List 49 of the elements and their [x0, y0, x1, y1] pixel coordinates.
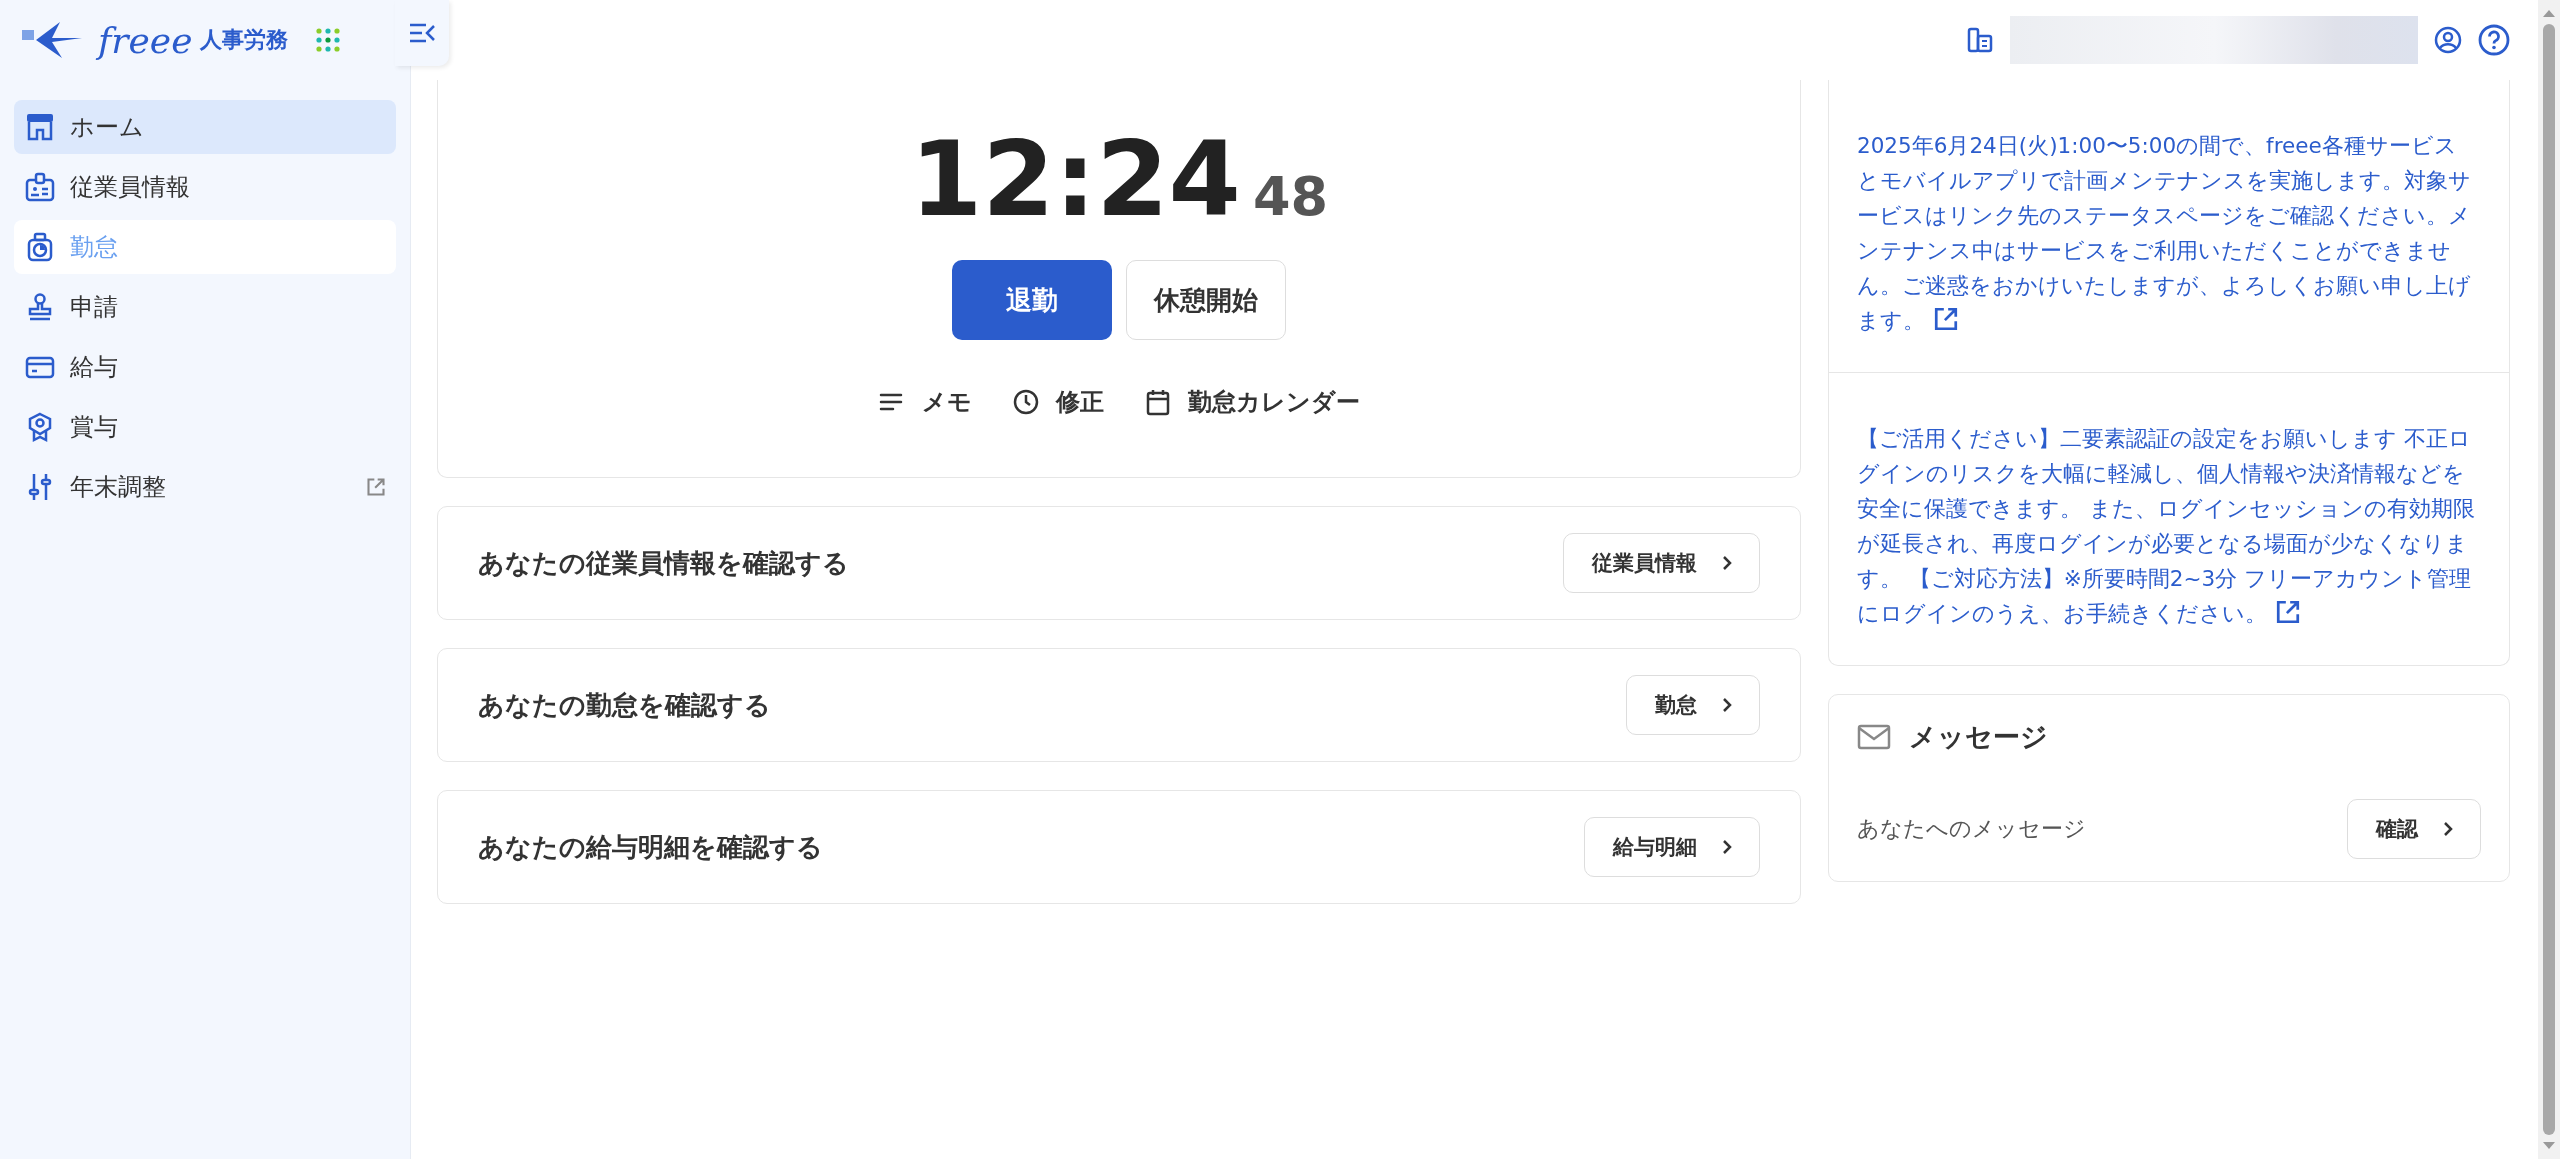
chevron-icon — [2442, 820, 2454, 838]
help-button[interactable] — [2478, 24, 2510, 56]
confirm-button[interactable]: 確認 — [2347, 799, 2481, 859]
chevron-icon — [1721, 554, 1733, 572]
collapse-icon — [408, 22, 436, 44]
message-text: あなたへのメッセージ — [1857, 815, 2086, 843]
scroll-down-icon — [2542, 1141, 2556, 1151]
shortcut-button[interactable]: 従業員情報 — [1563, 533, 1760, 593]
sidebar-item[interactable]: ホーム — [14, 100, 396, 154]
building-icon — [1966, 26, 1994, 54]
chevron-icon — [1721, 838, 1733, 856]
collapse-sidebar-button[interactable] — [395, 0, 449, 66]
external-link-icon — [366, 477, 386, 497]
app-grid-icon[interactable] — [316, 28, 340, 52]
chevron-icon — [1721, 696, 1733, 714]
clock-icon — [1012, 388, 1040, 417]
shortcut-title: あなたの勤怠を確認する — [478, 688, 771, 722]
scroll-up-icon — [2542, 8, 2556, 18]
product-name: 人事労務 — [200, 26, 289, 54]
external-link-icon — [2275, 599, 2301, 625]
sidebar-item[interactable]: 給与 — [14, 340, 396, 394]
break-start-button[interactable]: 休憩開始 — [1126, 260, 1286, 341]
account-button[interactable] — [2434, 26, 2462, 54]
notice-link[interactable]: 2025年6月24日(火)1:00〜5:00の間で、freee各種サービスとモバイルアプリで計画メンテナンスを実施します。対象サービスはリンク先のステータスページをご確認ください。メンテナンス中はサービスをご利用いただくことができません。ご迷惑をおかけいたしますが、よろしくお願い申し上げます。 — [1857, 128, 2479, 338]
sidebar-item[interactable]: 従業員情報 — [14, 160, 396, 214]
mail-icon — [1857, 724, 1891, 750]
sidebar-item[interactable]: 年末調整 — [14, 460, 396, 514]
shortcut-title: あなたの給与明細を確認する — [478, 830, 823, 864]
external-link-icon — [1933, 306, 1959, 332]
sidebar-item[interactable]: 賞与 — [14, 400, 396, 454]
scrollbar[interactable] — [2538, 0, 2560, 1159]
user-icon — [2434, 26, 2462, 54]
shortcut-button[interactable]: 給与明細 — [1584, 817, 1760, 877]
clock-out-button[interactable]: 退勤 — [952, 260, 1112, 341]
clock-time: 12:24 — [909, 122, 1241, 237]
sidebar-item[interactable]: 申請 — [14, 280, 396, 334]
action-link[interactable]: メモ — [878, 386, 972, 419]
id-badge-icon — [24, 171, 56, 203]
shortcut-button[interactable]: 勤怠 — [1626, 675, 1760, 735]
action-link[interactable]: 勤怠カレンダー — [1144, 386, 1360, 419]
calendar-icon — [1144, 388, 1172, 417]
storefront-icon — [24, 111, 56, 143]
help-icon — [2478, 24, 2510, 56]
company-switch-button[interactable] — [1966, 26, 1994, 54]
clock-seconds: 48 — [1252, 165, 1329, 228]
message-title: メッセージ — [1909, 720, 2048, 754]
shortcut-title: あなたの従業員情報を確認する — [478, 546, 849, 580]
action-link[interactable]: 修正 — [1012, 386, 1104, 419]
notice-link[interactable]: 【ご活用ください】二要素認証の設定をお願いします 不正ログインのリスクを大幅に軽減し、個人情報や決済情報などを安全に保護できます。 また、ログインセッションの有効期限が延長され、再度ログインが必要となる場面が少なくなります。 【ご対応方法】※所要時間2~3分 フリーアカウント管理にログインのうえ、お手続きください。 — [1857, 421, 2479, 631]
